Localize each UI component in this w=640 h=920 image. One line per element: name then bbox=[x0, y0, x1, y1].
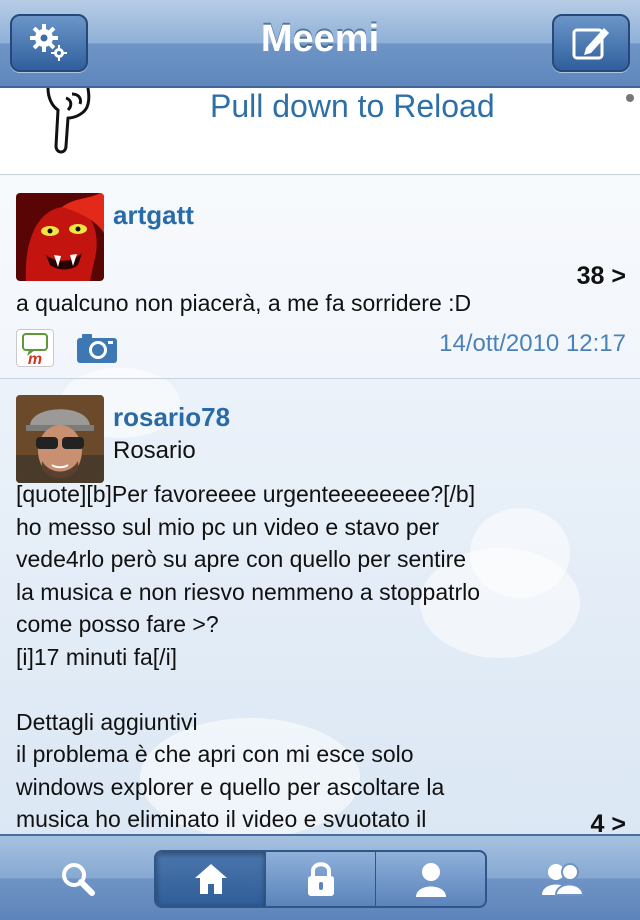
tab-bar bbox=[0, 834, 640, 920]
home-icon bbox=[194, 864, 227, 894]
scroll-indicator bbox=[626, 94, 634, 102]
svg-text:m: m bbox=[28, 351, 42, 366]
tab-profile[interactable] bbox=[376, 852, 485, 906]
page-title: Meemi bbox=[260, 18, 380, 60]
post-realname: Rosario bbox=[113, 437, 196, 464]
pull-to-reload: Pull down to Reload bbox=[0, 88, 640, 175]
pointing-hand-icon bbox=[46, 88, 91, 154]
navigation-bar: Meemi bbox=[0, 0, 640, 88]
search-icon bbox=[62, 863, 95, 896]
camera-icon[interactable] bbox=[76, 332, 118, 369]
meemi-icon: m bbox=[16, 329, 54, 368]
post-username[interactable]: artgatt bbox=[113, 200, 194, 231]
post-timestamp: 14/ott/2010 12:17 bbox=[439, 330, 626, 357]
avatar[interactable] bbox=[16, 395, 104, 483]
post-username[interactable]: rosario78 bbox=[113, 402, 230, 433]
avatar[interactable] bbox=[16, 193, 104, 281]
comment-count[interactable]: 38 > bbox=[577, 262, 626, 291]
reload-label: Pull down to Reload bbox=[210, 88, 495, 124]
tab-home[interactable] bbox=[156, 852, 266, 906]
timeline-post[interactable]: rosario78 Rosario 4 > [quote][b]Per favo… bbox=[0, 378, 640, 834]
lock-icon bbox=[307, 862, 334, 896]
post-message: [quote][b]Per favoreeee urgenteeeeeeee?[… bbox=[16, 481, 481, 832]
compose-button[interactable] bbox=[552, 14, 630, 72]
tab-friends[interactable] bbox=[530, 850, 594, 908]
timeline-post[interactable]: artgatt 38 > a qualcuno non piacerà, a m… bbox=[0, 176, 640, 379]
post-message: a qualcuno non piacerà, a me fa sorrider… bbox=[16, 290, 472, 316]
users-icon bbox=[542, 863, 584, 896]
tab-search[interactable] bbox=[48, 850, 108, 908]
timeline[interactable]: Pull down to Reload artgatt 38 > a qualc… bbox=[0, 88, 640, 834]
user-icon bbox=[415, 863, 446, 897]
tab-private[interactable] bbox=[266, 852, 376, 906]
compose-icon bbox=[572, 28, 609, 60]
main-tabs bbox=[154, 850, 487, 908]
